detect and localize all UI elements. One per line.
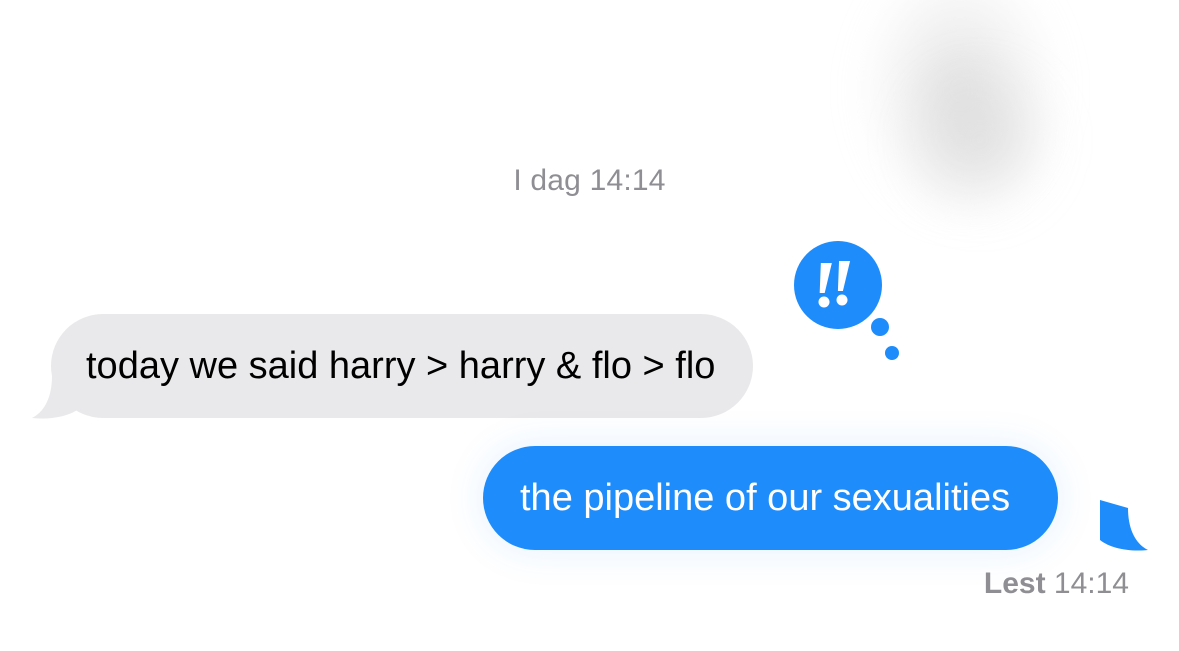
read-receipt: Lest 14:14 <box>984 567 1129 601</box>
outgoing-message-bubble[interactable]: the pipeline of our sexualities <box>483 446 1059 550</box>
messages-thread: I dag 14:14 today we said harry > harry … <box>0 0 1179 651</box>
conversation-timestamp: I dag 14:14 <box>513 164 666 197</box>
read-time: 14:14 <box>1053 567 1129 600</box>
read-status: Lest <box>983 567 1046 600</box>
exclamation-icon[interactable] <box>786 233 906 363</box>
incoming-message-text: today we said harry > harry & flo > flo <box>86 344 716 387</box>
outgoing-bubble-tail <box>1100 500 1148 551</box>
incoming-message-bubble[interactable]: today we said harry > harry & flo > flo <box>51 314 754 418</box>
outgoing-message-text: the pipeline of our sexualities <box>520 476 1011 519</box>
